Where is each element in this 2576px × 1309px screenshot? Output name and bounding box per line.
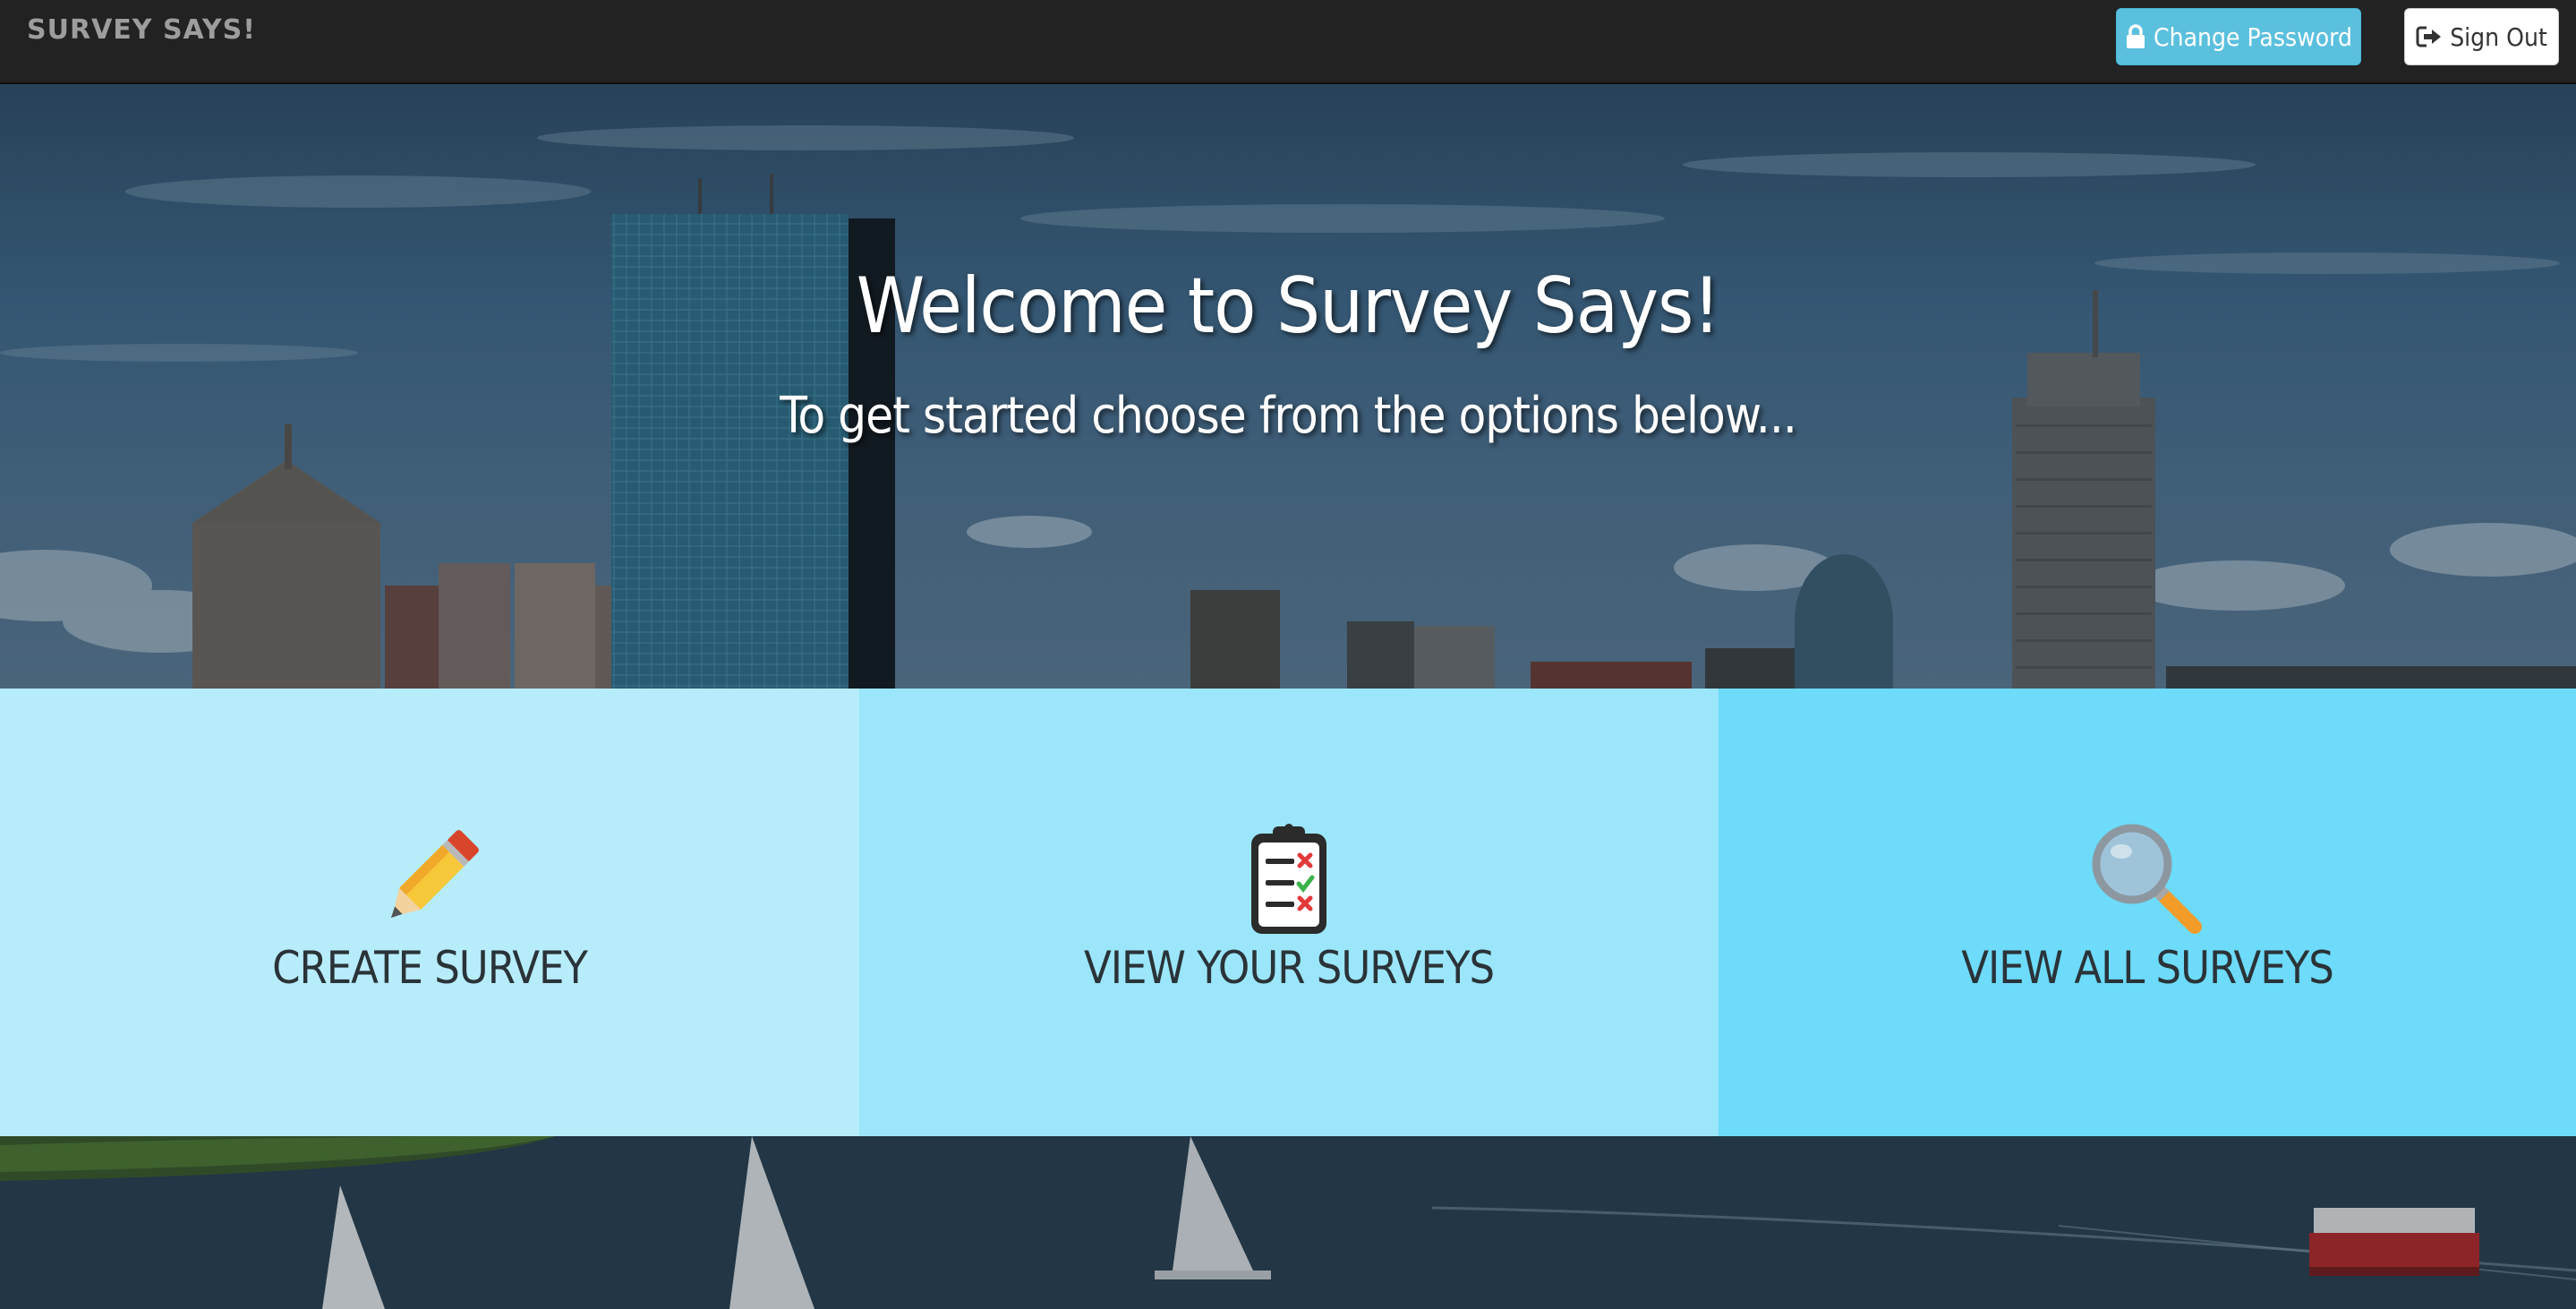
- river-background: [0, 1136, 2576, 1309]
- pencil-icon: [390, 830, 479, 919]
- change-password-label: Change Password: [2154, 21, 2352, 52]
- sign-out-icon: [2416, 26, 2442, 47]
- change-password-button[interactable]: Change Password: [2116, 8, 2361, 65]
- options-row: CREATE SURVEY VIEW YOUR SURVEYS VIEW ALL…: [0, 689, 2576, 1136]
- sign-out-button[interactable]: Sign Out: [2404, 8, 2559, 65]
- hero-subtitle: To get started choose from the options b…: [780, 387, 1797, 445]
- magnifying-glass-icon: [2092, 824, 2202, 934]
- create-survey-label: CREATE SURVEY: [272, 942, 588, 994]
- clipboard-icon: [1251, 824, 1326, 934]
- view-all-surveys-label: VIEW ALL SURVEYS: [1961, 942, 2334, 994]
- hero-title: Welcome to Survey Says!: [856, 261, 1721, 351]
- lock-icon: [2127, 24, 2145, 48]
- brand-logo[interactable]: SURVEY SAYS!: [27, 14, 256, 46]
- sign-out-label: Sign Out: [2450, 21, 2547, 52]
- sailboats-scene: [0, 1136, 2576, 1309]
- navbar: SURVEY SAYS! Change Password Sign Out: [0, 0, 2576, 84]
- view-all-surveys-tile[interactable]: VIEW ALL SURVEYS: [1719, 689, 2576, 1136]
- view-your-surveys-tile[interactable]: VIEW YOUR SURVEYS: [859, 689, 1719, 1136]
- hero-banner: Welcome to Survey Says! To get started c…: [0, 84, 2576, 689]
- view-your-surveys-label: VIEW YOUR SURVEYS: [1083, 942, 1495, 994]
- create-survey-tile[interactable]: CREATE SURVEY: [0, 689, 859, 1136]
